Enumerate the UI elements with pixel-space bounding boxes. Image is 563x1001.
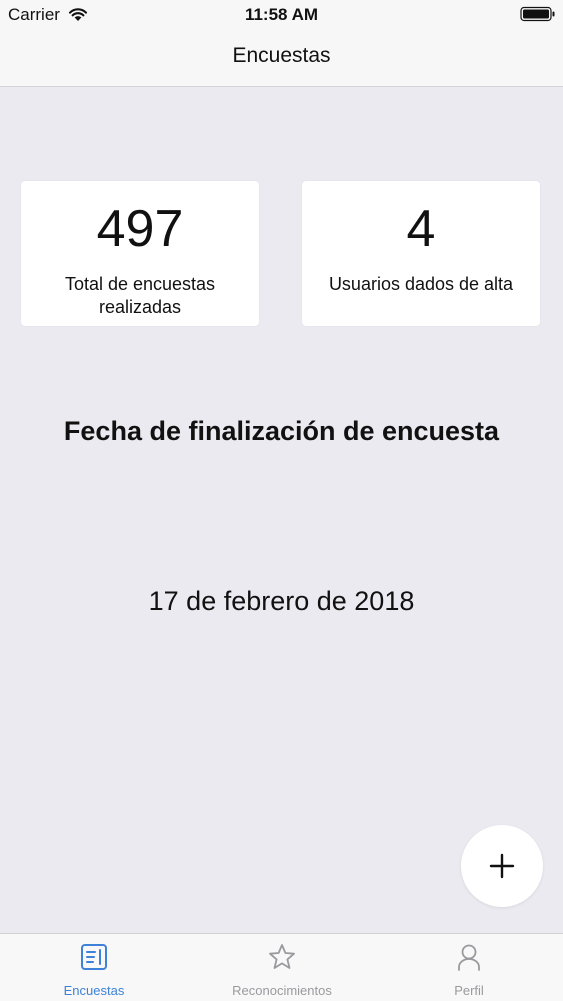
navigation-bar: Encuestas bbox=[0, 30, 563, 87]
tab-reconocimientos[interactable]: Reconocimientos bbox=[188, 934, 376, 1001]
registered-users-card: 4 Usuarios dados de alta bbox=[302, 181, 540, 326]
status-bar: Carrier 11:58 AM bbox=[0, 0, 563, 30]
status-time: 11:58 AM bbox=[244, 5, 319, 24]
tab-perfil[interactable]: Perfil bbox=[375, 934, 563, 1001]
registered-users-label: Usuarios dados de alta bbox=[328, 274, 514, 294]
battery-icon bbox=[520, 6, 555, 22]
tab-label: Encuestas bbox=[63, 983, 125, 998]
survey-list-icon bbox=[81, 944, 107, 970]
tab-label: Reconocimientos bbox=[232, 983, 332, 998]
tab-encuestas[interactable]: Encuestas bbox=[0, 934, 188, 1001]
survey-end-date-value: 17 de febrero de 2018 bbox=[148, 586, 415, 616]
tab-bar: Encuestas Reconocimientos Perfil bbox=[0, 933, 563, 1001]
registered-users-value: 4 bbox=[406, 200, 436, 258]
plus-icon bbox=[489, 853, 515, 879]
total-surveys-label: Total de encuestas realizadas bbox=[64, 274, 216, 317]
total-surveys-value: 497 bbox=[96, 200, 184, 258]
add-button[interactable] bbox=[461, 825, 543, 907]
survey-end-date-heading: Fecha de finalización de encuesta bbox=[63, 416, 500, 446]
star-icon bbox=[269, 944, 295, 969]
page-title: Encuestas bbox=[232, 44, 331, 67]
tab-label: Perfil bbox=[454, 983, 484, 998]
person-icon bbox=[458, 944, 480, 971]
total-surveys-card: 497 Total de encuestas realizadas bbox=[21, 181, 259, 326]
